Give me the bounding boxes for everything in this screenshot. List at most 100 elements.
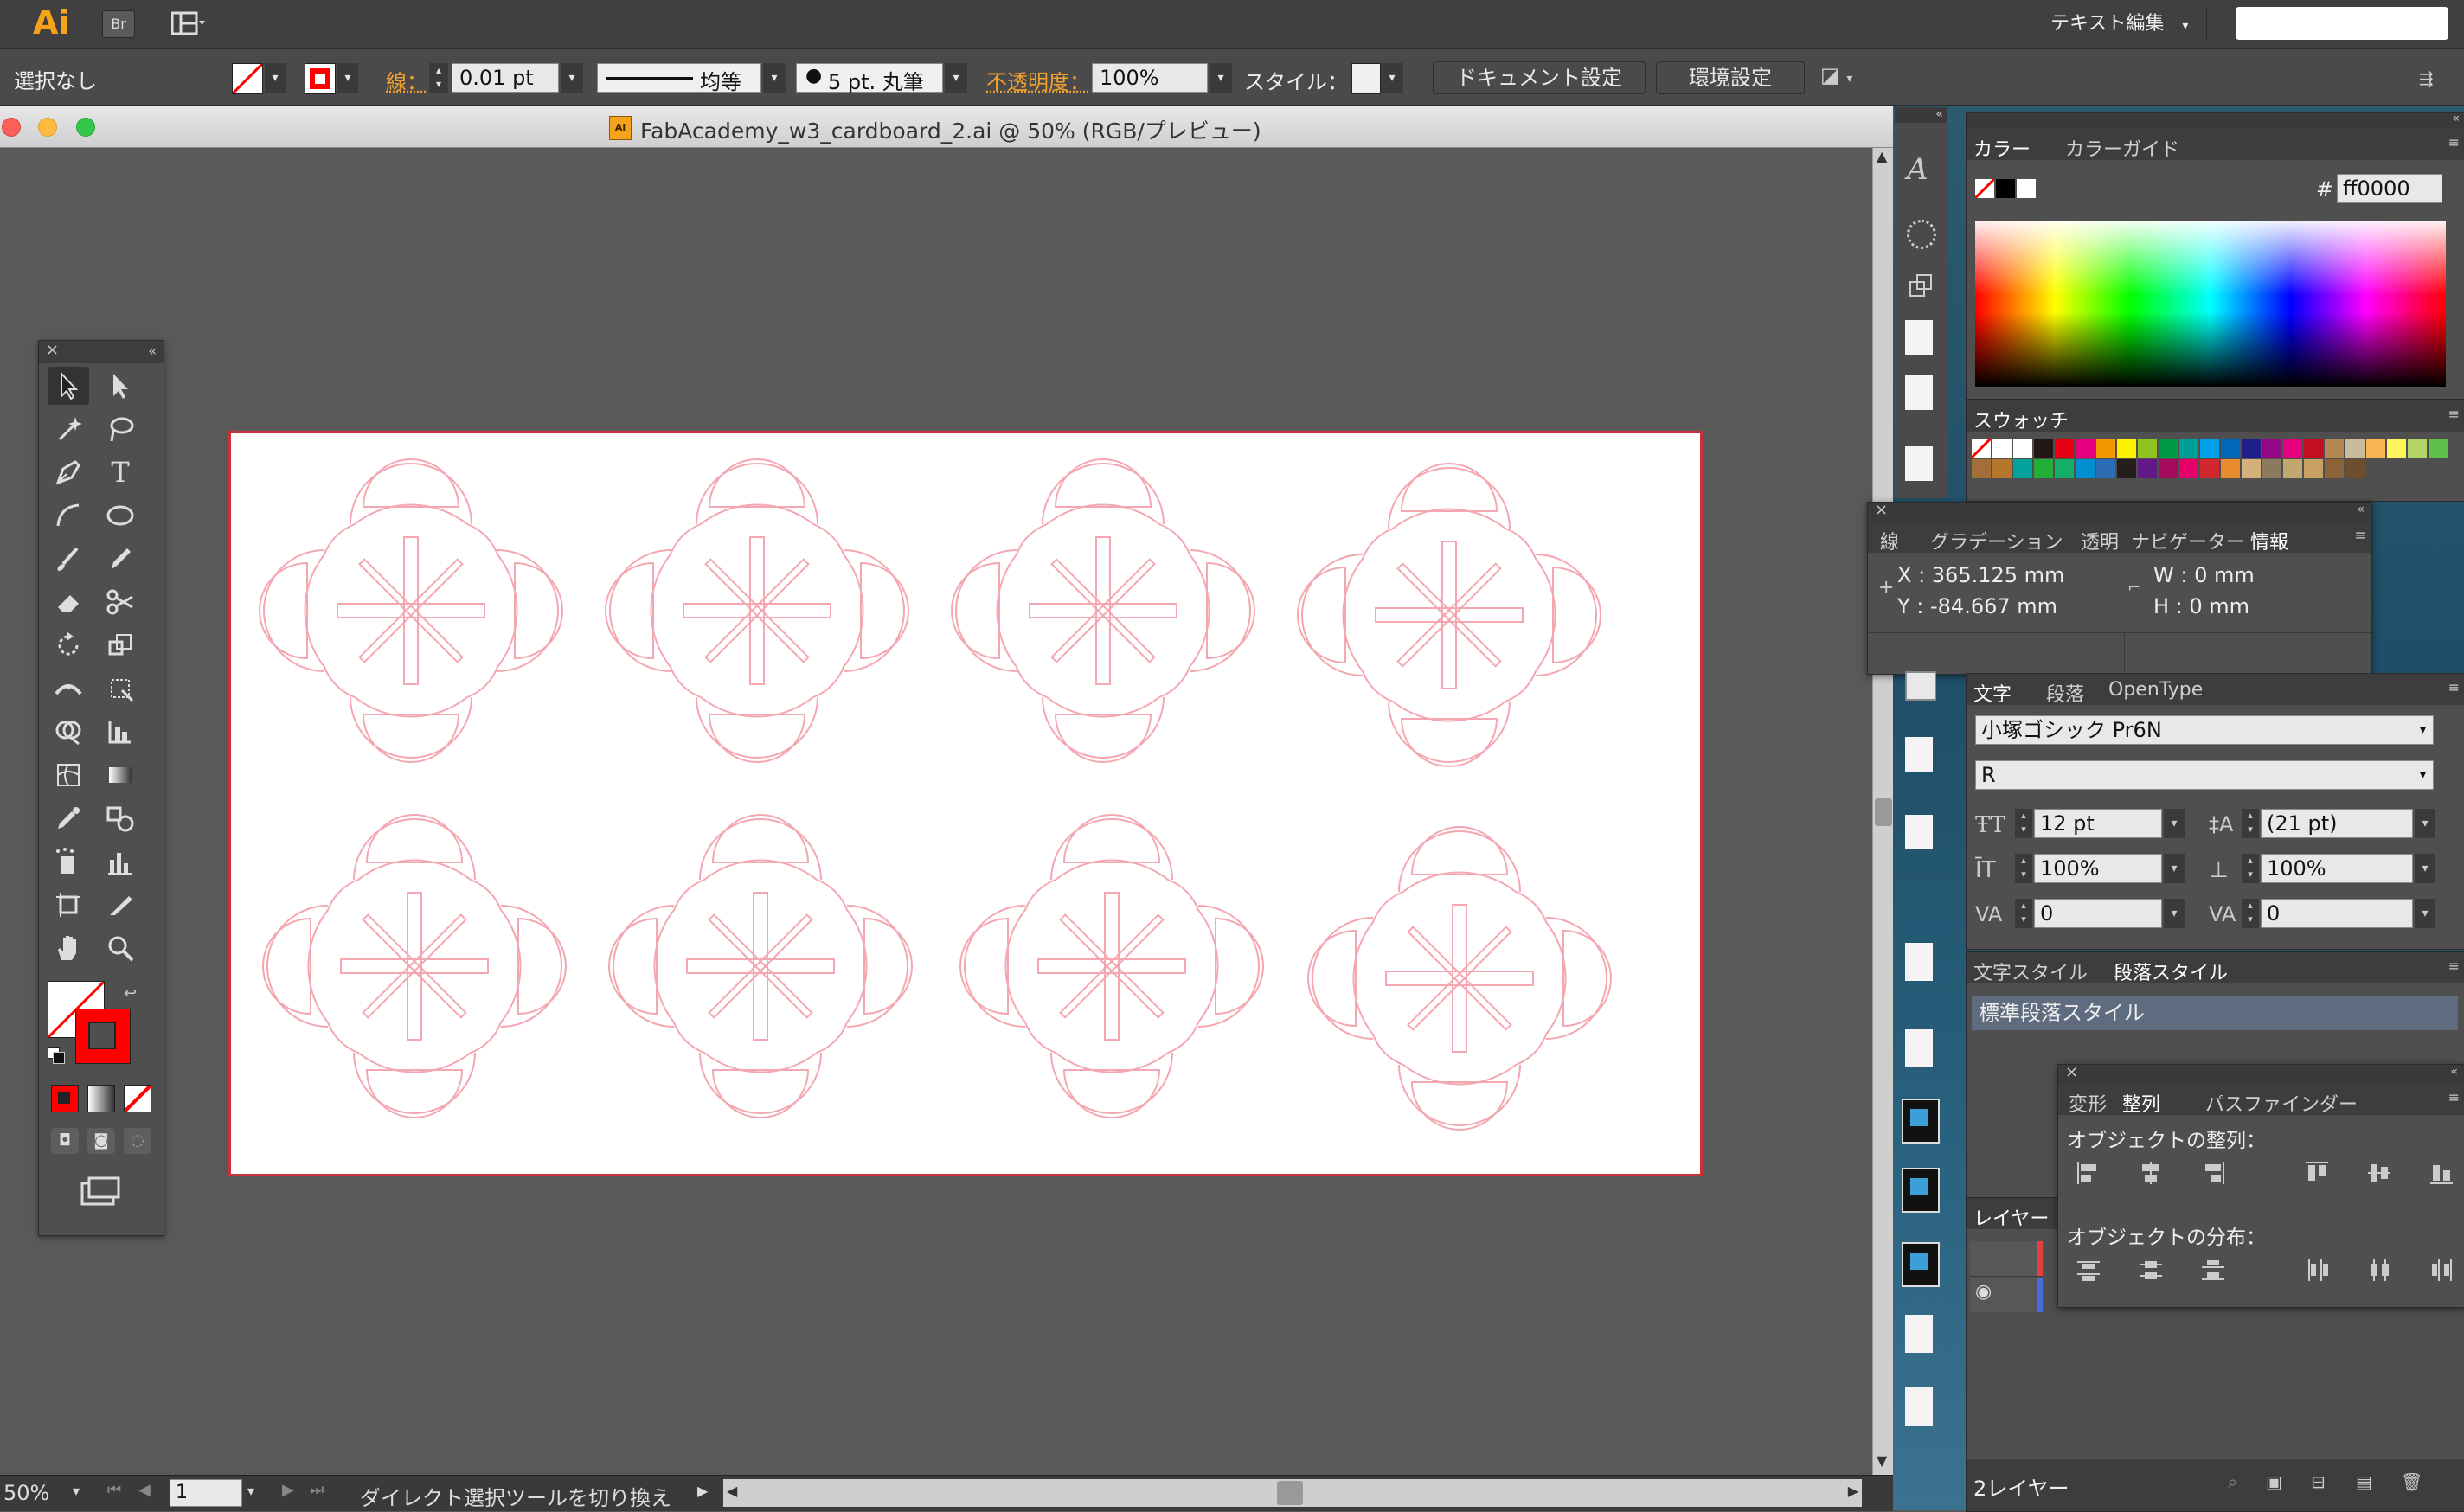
- panel-menu-icon[interactable]: ≡: [2448, 1089, 2460, 1105]
- scale-tool-icon[interactable]: [99, 626, 141, 664]
- symbol-sprayer-tool-icon[interactable]: [48, 842, 89, 881]
- panel-menu-icon[interactable]: ≡: [2448, 958, 2460, 974]
- opacity-dropdown-icon[interactable]: ▾: [1210, 63, 1232, 93]
- brush-dropdown-icon[interactable]: ▾: [945, 63, 967, 93]
- slice-tool-icon[interactable]: [99, 886, 141, 924]
- scissors-tool-icon[interactable]: [99, 583, 141, 621]
- graphic-style-swatch[interactable]: [1351, 63, 1381, 94]
- screen-mode-icon[interactable]: [79, 1175, 122, 1209]
- flower-part-8[interactable]: [1307, 826, 1612, 1131]
- collapse-icon[interactable]: «: [2450, 1065, 2458, 1079]
- appearance-icon[interactable]: [1907, 220, 1936, 249]
- horizontal-scroll-thumb[interactable]: [1277, 1481, 1303, 1505]
- opacity-label[interactable]: 不透明度：: [986, 65, 1090, 95]
- layers-title[interactable]: レイヤー: [1973, 1203, 2049, 1231]
- trash-icon[interactable]: 🗑: [2401, 1471, 2422, 1492]
- swatch[interactable]: [2096, 459, 2115, 478]
- search-icon[interactable]: ⌕: [2228, 1471, 2237, 1492]
- image-file-icon[interactable]: [1902, 1242, 1940, 1287]
- prev-artboard-icon[interactable]: ◀: [138, 1481, 151, 1499]
- file-icon[interactable]: [1905, 671, 1936, 701]
- none-swatch[interactable]: [1975, 179, 1994, 198]
- tab-stroke[interactable]: 線: [1880, 527, 1899, 554]
- opacity-input[interactable]: 100%: [1092, 63, 1208, 93]
- zoom-window-button[interactable]: [76, 118, 95, 137]
- swatch[interactable]: [2262, 439, 2281, 458]
- file-icon[interactable]: [1905, 815, 1933, 849]
- swatch[interactable]: [2117, 439, 2136, 458]
- scroll-left-icon[interactable]: ◀: [727, 1483, 737, 1499]
- swatch[interactable]: [1992, 459, 2012, 478]
- swatch[interactable]: [2429, 439, 2448, 458]
- draw-normal-icon[interactable]: ◘: [51, 1128, 79, 1154]
- close-icon[interactable]: ×: [2065, 1063, 2078, 1081]
- panel-menu-icon[interactable]: ≡: [2448, 679, 2460, 695]
- swatch[interactable]: [2076, 439, 2095, 458]
- swatch[interactable]: [2283, 459, 2302, 478]
- layer-row[interactable]: ◉: [1970, 1278, 2043, 1312]
- tab-opentype[interactable]: OpenType: [2108, 679, 2203, 701]
- transform-icon[interactable]: [1909, 273, 1935, 299]
- file-icon[interactable]: [1905, 737, 1933, 772]
- swatch[interactable]: [2034, 459, 2053, 478]
- last-artboard-icon[interactable]: ⏭: [310, 1481, 324, 1499]
- distribute-right-icon[interactable]: [2429, 1257, 2454, 1283]
- swatches-title[interactable]: スウォッチ: [1973, 406, 2069, 433]
- file-icon[interactable]: [1905, 943, 1933, 981]
- color-mode-icon[interactable]: [51, 1085, 79, 1112]
- flower-part-7[interactable]: [959, 814, 1264, 1118]
- ellipse-tool-icon[interactable]: [99, 497, 141, 535]
- swatch[interactable]: [2179, 439, 2198, 458]
- clipping-mask-icon[interactable]: ▣: [2266, 1471, 2282, 1492]
- swatch[interactable]: [2221, 439, 2240, 458]
- artboard-tool-icon[interactable]: [48, 886, 89, 924]
- swatch[interactable]: [2262, 459, 2281, 478]
- align-left-icon[interactable]: [2076, 1160, 2101, 1186]
- variable-width-profile[interactable]: 均等: [597, 63, 761, 94]
- close-icon[interactable]: ×: [1875, 501, 1888, 519]
- distribute-vcenter-icon[interactable]: [2138, 1257, 2164, 1283]
- vertical-scroll-thumb[interactable]: [1875, 798, 1892, 826]
- font-style-select[interactable]: R ▾: [1975, 760, 2434, 790]
- style-list-item[interactable]: 標準段落スタイル: [1972, 996, 2458, 1030]
- align-top-icon[interactable]: [2304, 1160, 2330, 1186]
- status-message[interactable]: ダイレクト選択ツールを切り換え: [360, 1481, 671, 1511]
- swatch[interactable]: [2159, 459, 2178, 478]
- fill-swatch[interactable]: [232, 63, 263, 94]
- swap-fill-stroke-icon[interactable]: ↩: [124, 984, 137, 1003]
- gradient-tool-icon[interactable]: [99, 756, 141, 794]
- shape-builder-tool-icon[interactable]: [48, 713, 89, 751]
- scroll-right-icon[interactable]: ▶: [1848, 1483, 1858, 1499]
- first-artboard-icon[interactable]: ⏮: [107, 1481, 121, 1499]
- stroke-color-box[interactable]: [75, 1009, 131, 1064]
- tab-gradient[interactable]: グラデーション: [1930, 527, 2063, 554]
- file-icon[interactable]: [1905, 1029, 1933, 1067]
- distribute-bottom-icon[interactable]: [2200, 1257, 2226, 1283]
- pencil-tool-icon[interactable]: [99, 540, 141, 578]
- stroke-weight-input[interactable]: 0.01 pt: [452, 63, 559, 93]
- panel-menu-icon[interactable]: ≡: [2448, 134, 2460, 151]
- align-right-icon[interactable]: [2200, 1160, 2226, 1186]
- stroke-swatch[interactable]: [305, 63, 336, 94]
- new-layer-icon[interactable]: ▤: [2356, 1471, 2372, 1492]
- arrange-documents-icon[interactable]: [170, 10, 206, 36]
- profile-dropdown-icon[interactable]: ▾: [763, 63, 786, 93]
- tab-pathfinder[interactable]: パスファインダー: [2205, 1089, 2358, 1117]
- isolate-icon[interactable]: ◪ ▾: [1820, 63, 1864, 93]
- character-styles-icon[interactable]: A: [1907, 152, 1928, 187]
- swatch[interactable]: [2345, 439, 2365, 458]
- zoom-dropdown-icon[interactable]: ▾: [73, 1483, 80, 1499]
- image-file-icon[interactable]: [1902, 1168, 1940, 1213]
- swatch[interactable]: [2242, 459, 2261, 478]
- swatch[interactable]: [2242, 439, 2261, 458]
- file-icon[interactable]: [1905, 446, 1933, 481]
- paintbrush-tool-icon[interactable]: [48, 540, 89, 578]
- eyedropper-tool-icon[interactable]: [48, 799, 89, 837]
- pen-tool-icon[interactable]: [48, 453, 89, 491]
- flower-part-1[interactable]: [259, 458, 563, 763]
- artboard[interactable]: [228, 431, 1703, 1176]
- swatch[interactable]: [2159, 439, 2178, 458]
- type-tool-icon[interactable]: T: [99, 453, 141, 491]
- draw-inside-icon[interactable]: ◌: [124, 1128, 151, 1154]
- swatch[interactable]: [2200, 439, 2219, 458]
